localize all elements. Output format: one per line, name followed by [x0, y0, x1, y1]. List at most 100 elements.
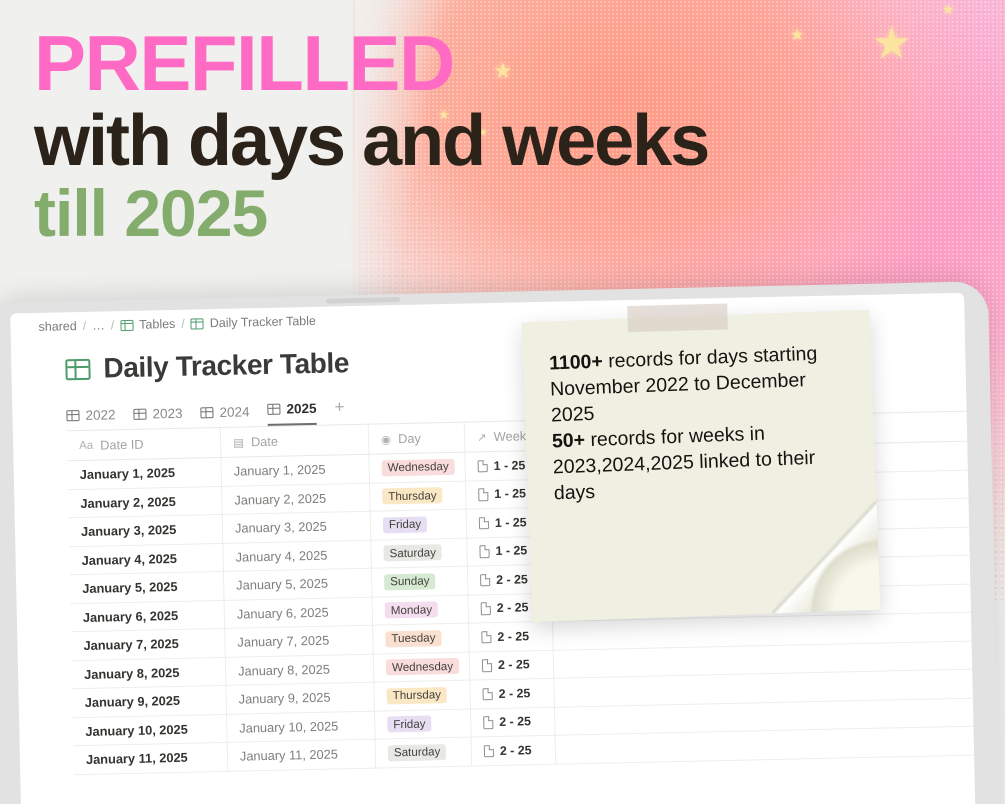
page-icon — [478, 516, 490, 530]
cell-date[interactable]: January 7, 2025 — [225, 625, 374, 657]
breadcrumb-separator: / — [110, 318, 115, 333]
date-value: January 9, 2025 — [238, 689, 331, 707]
page-icon — [482, 687, 493, 701]
breadcrumb-item-tables[interactable]: Tables — [139, 317, 175, 332]
cell-date-id[interactable]: January 6, 2025 — [70, 600, 226, 632]
cell-day[interactable]: Friday — [370, 509, 468, 540]
breadcrumb-item-shared[interactable]: shared — [38, 319, 77, 334]
column-header-date-id[interactable]: Aa Date ID — [66, 427, 222, 461]
breadcrumb-item-daily-tracker-table[interactable]: Daily Tracker Table — [210, 314, 316, 330]
tab-year-2025[interactable]: 2025 — [267, 400, 317, 426]
cell-day[interactable]: Monday — [372, 595, 470, 625]
headline-line-3: till 2025 — [34, 176, 268, 251]
star-icon: ★ — [790, 27, 805, 44]
week-value: 1 - 25 — [493, 458, 526, 473]
column-header-label: Week — [493, 428, 527, 444]
cell-date[interactable]: January 11, 2025 — [227, 739, 377, 771]
cell-week[interactable]: 2 - 25 — [471, 735, 557, 766]
page-icon — [483, 744, 495, 758]
cell-date[interactable]: January 3, 2025 — [222, 511, 372, 543]
cell-date-id[interactable]: January 4, 2025 — [69, 543, 224, 575]
date-id-value: January 5, 2025 — [82, 579, 178, 597]
tab-year-2022[interactable]: 2022 — [66, 407, 116, 430]
cell-day[interactable]: Wednesday — [373, 652, 471, 682]
date-id-value: January 3, 2025 — [80, 522, 177, 540]
cell-date[interactable]: January 6, 2025 — [224, 597, 374, 628]
day-badge: Monday — [384, 601, 439, 619]
date-id-value: January 4, 2025 — [81, 550, 178, 568]
day-badge: Saturday — [387, 743, 447, 762]
cell-date-id[interactable]: January 3, 2025 — [68, 514, 224, 546]
tape-strip — [627, 303, 728, 333]
page-curl-highlight — [801, 533, 881, 613]
page-icon — [480, 602, 491, 615]
column-header-date[interactable]: ▤ Date — [220, 424, 370, 457]
column-header-day[interactable]: ◉ Day — [368, 422, 466, 454]
date-value: January 4, 2025 — [235, 547, 328, 565]
cell-day[interactable]: Saturday — [371, 538, 468, 568]
week-link: 2 - 25 — [481, 629, 529, 644]
cell-date-id[interactable]: January 2, 2025 — [68, 486, 223, 518]
cell-week[interactable]: 2 - 25 — [470, 678, 555, 709]
cell-date-id[interactable]: January 5, 2025 — [69, 571, 225, 603]
week-link: 2 - 25 — [482, 686, 530, 701]
date-id-value: January 7, 2025 — [83, 636, 179, 654]
day-badge: Sunday — [384, 573, 436, 591]
cell-date[interactable]: January 1, 2025 — [221, 454, 371, 486]
text-type-icon: Aa — [79, 439, 94, 452]
week-link: 2 - 25 — [480, 600, 529, 616]
cell-date[interactable]: January 4, 2025 — [223, 540, 372, 571]
cell-date-id[interactable]: January 9, 2025 — [72, 685, 228, 717]
day-badge: Wednesday — [385, 658, 460, 676]
date-icon: ▤ — [232, 436, 245, 450]
column-header-label: Date ID — [100, 436, 144, 453]
cell-date-id[interactable]: January 11, 2025 — [73, 742, 229, 774]
week-link: 1 - 25 — [478, 515, 527, 530]
cell-date[interactable]: January 10, 2025 — [227, 711, 376, 742]
cell-week[interactable]: 2 - 25 — [469, 621, 554, 652]
week-link: 1 - 25 — [479, 544, 527, 559]
week-value: 2 - 25 — [498, 686, 531, 701]
cell-day[interactable]: Friday — [374, 709, 472, 739]
cell-date[interactable]: January 2, 2025 — [222, 483, 371, 514]
row-spacer — [554, 649, 597, 677]
cell-date[interactable]: January 5, 2025 — [223, 568, 373, 600]
cell-day[interactable]: Thursday — [370, 481, 467, 511]
tablet-camera-notch — [325, 297, 401, 304]
cell-date-id[interactable]: January 7, 2025 — [71, 628, 226, 660]
cell-date[interactable]: January 9, 2025 — [226, 682, 375, 714]
date-id-value: January 9, 2025 — [84, 693, 181, 711]
cell-week[interactable]: 2 - 25 — [470, 707, 556, 737]
breadcrumb-item-ellipsis[interactable]: … — [92, 318, 105, 332]
cell-date-id[interactable]: January 10, 2025 — [73, 714, 228, 746]
add-tab-button[interactable]: + — [334, 397, 345, 424]
cell-date-id[interactable]: January 8, 2025 — [71, 657, 227, 689]
relation-icon: ↗ — [476, 431, 487, 444]
cell-date[interactable]: January 8, 2025 — [225, 654, 375, 685]
cell-day[interactable]: Sunday — [371, 566, 469, 597]
week-value: 2 - 25 — [496, 600, 529, 616]
week-value: 1 - 25 — [494, 486, 527, 502]
week-value: 1 - 25 — [494, 515, 527, 530]
page-icon — [483, 716, 494, 729]
cell-day[interactable]: Saturday — [375, 737, 473, 768]
week-value: 2 - 25 — [496, 572, 528, 587]
breadcrumb-separator: / — [181, 316, 185, 331]
page-icon — [480, 573, 491, 587]
page-icon — [478, 488, 489, 501]
row-spacer — [555, 706, 598, 734]
week-link: 2 - 25 — [480, 572, 528, 587]
cell-date-id[interactable]: January 1, 2025 — [67, 457, 223, 489]
cell-day[interactable]: Thursday — [374, 680, 471, 711]
note-paragraph-1: 1100+ records for days starting November… — [549, 341, 848, 430]
table-icon — [65, 358, 91, 380]
date-value: January 11, 2025 — [239, 746, 339, 764]
tab-year-2024[interactable]: 2024 — [200, 404, 250, 427]
page-icon — [481, 630, 492, 644]
column-header-label: Day — [397, 430, 422, 447]
cell-day[interactable]: Tuesday — [373, 623, 470, 654]
tab-year-2023[interactable]: 2023 — [133, 406, 183, 429]
cell-day[interactable]: Wednesday — [369, 452, 466, 483]
tab-label: 2024 — [219, 404, 250, 420]
cell-week[interactable]: 2 - 25 — [469, 650, 555, 680]
